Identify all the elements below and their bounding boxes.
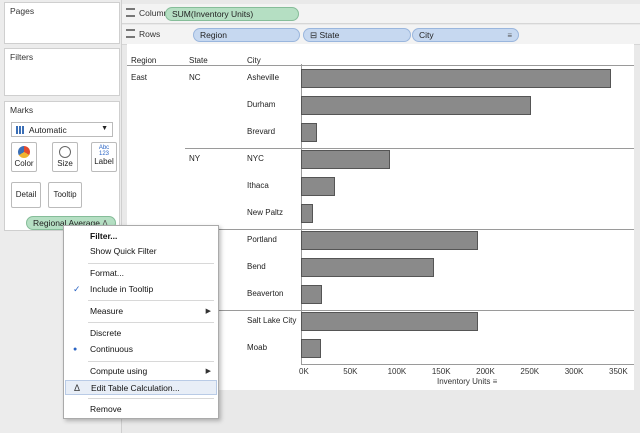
columns-icon — [126, 8, 135, 17]
city-cell: Brevard — [247, 127, 276, 136]
axis-tick-label: 350K — [609, 367, 628, 376]
header-state: State — [189, 56, 208, 65]
header-city: City — [247, 56, 261, 65]
menu-compute-using[interactable]: Compute using ▶ — [65, 364, 217, 379]
menu-include-in-tooltip[interactable]: ✓ Include in Tooltip — [65, 282, 217, 297]
state-cell: NC — [189, 73, 201, 82]
bar[interactable] — [301, 312, 479, 331]
state-pill[interactable]: ⊟ State — [303, 28, 411, 42]
submenu-arrow-icon: ▶ — [205, 368, 211, 375]
bar-chart-icon — [16, 126, 24, 134]
mark-type-label: Automatic — [28, 125, 67, 135]
color-label: Color — [14, 159, 34, 168]
delta-icon: Δ — [74, 383, 81, 393]
city-cell: Asheville — [247, 73, 280, 82]
city-cell: Moab — [247, 343, 268, 352]
marks-card: Marks Automatic ▼ Color Size Abc 123 Labe… — [4, 101, 120, 231]
menu-show-quick-filter[interactable]: Show Quick Filter — [65, 244, 217, 259]
chevron-down-icon: ▼ — [101, 125, 108, 132]
columns-shelf[interactable]: Columns SUM(Inventory Units) — [122, 4, 640, 24]
menu-separator — [88, 398, 214, 399]
radio-icon: ● — [73, 346, 78, 353]
bar[interactable] — [301, 69, 611, 88]
city-cell: Beaverton — [247, 289, 284, 298]
x-axis-title[interactable]: Inventory Units ≡ — [437, 377, 497, 386]
filters-title: Filters — [10, 52, 34, 62]
bar[interactable] — [301, 96, 532, 115]
tooltip-label: Tooltip — [53, 190, 77, 199]
rows-label: Rows — [126, 29, 160, 39]
axis-tick-label: 250K — [520, 367, 540, 376]
group-divider — [185, 148, 634, 149]
bar[interactable] — [301, 150, 390, 169]
submenu-arrow-icon: ▶ — [205, 308, 211, 315]
axis-tick-label: 50K — [343, 367, 358, 376]
city-cell: Bend — [247, 262, 266, 271]
axis-tick-label: 0K — [299, 367, 309, 376]
bar[interactable] — [301, 285, 323, 304]
region-pill[interactable]: Region — [193, 28, 300, 42]
tooltip-button[interactable]: Tooltip — [48, 182, 82, 208]
menu-separator — [88, 300, 214, 301]
menu-format[interactable]: Format... — [65, 266, 217, 281]
bar[interactable] — [301, 231, 479, 250]
city-cell: New Paltz — [247, 208, 284, 217]
context-menu: Filter... Show Quick Filter Format... ✓ … — [63, 225, 219, 419]
bar[interactable] — [301, 258, 434, 277]
check-icon: ✓ — [73, 284, 81, 294]
axis-tick-label: 150K — [431, 367, 451, 376]
bar[interactable] — [301, 177, 335, 196]
label-label: Label — [94, 157, 114, 166]
axis-tick-label: 200K — [476, 367, 495, 376]
menu-separator — [88, 322, 214, 323]
menu-measure[interactable]: Measure ▶ — [65, 304, 217, 319]
axis-tick-label: 300K — [564, 367, 584, 376]
color-button[interactable]: Color — [11, 142, 37, 172]
menu-separator — [88, 263, 214, 264]
sort-icon: ≡ — [507, 31, 512, 40]
pages-title: Pages — [10, 6, 35, 16]
menu-continuous[interactable]: ● Continuous — [65, 342, 217, 357]
bar[interactable] — [301, 339, 322, 358]
sum-inventory-units-pill[interactable]: SUM(Inventory Units) — [165, 7, 299, 21]
menu-filter[interactable]: Filter... — [65, 229, 217, 244]
detail-button[interactable]: Detail — [11, 182, 41, 208]
city-cell: Portland — [247, 235, 277, 244]
header-divider — [127, 65, 634, 66]
bar[interactable] — [301, 123, 317, 142]
size-icon — [59, 146, 71, 158]
menu-discrete[interactable]: Discrete — [65, 326, 217, 341]
rows-icon — [126, 29, 135, 38]
filters-card[interactable]: Filters — [4, 48, 120, 96]
state-pill-label: State — [319, 30, 340, 40]
bar[interactable] — [301, 204, 314, 223]
header-region: Region — [131, 56, 157, 65]
mark-type-dropdown[interactable]: Automatic ▼ — [11, 122, 113, 137]
pages-card[interactable]: Pages — [4, 2, 120, 44]
rows-shelf[interactable]: Rows Region ⊟ State City ≡ — [122, 25, 640, 45]
collapse-icon: ⊟ — [310, 30, 318, 40]
label-button[interactable]: Abc 123 Label — [91, 142, 117, 172]
city-cell: NYC — [247, 154, 264, 163]
marks-title: Marks — [10, 105, 34, 115]
menu-edit-table-calculation[interactable]: Δ Edit Table Calculation... — [65, 380, 217, 395]
color-icon — [18, 146, 30, 158]
detail-label: Detail — [15, 190, 37, 199]
x-axis-line — [301, 364, 634, 365]
city-cell: Salt Lake City — [247, 316, 297, 325]
size-button[interactable]: Size — [52, 142, 78, 172]
sort-icon: ≡ — [492, 377, 498, 386]
axis-tick-label: 100K — [387, 367, 407, 376]
city-pill[interactable]: City ≡ — [412, 28, 519, 42]
state-cell: NY — [189, 154, 201, 163]
menu-remove[interactable]: Remove — [65, 402, 217, 417]
label-icon: Abc 123 — [98, 145, 110, 157]
region-cell: East — [131, 73, 148, 82]
city-pill-label: City — [419, 30, 434, 40]
size-label: Size — [57, 159, 73, 168]
menu-separator — [88, 361, 214, 362]
city-cell: Durham — [247, 100, 276, 109]
city-cell: Ithaca — [247, 181, 269, 190]
